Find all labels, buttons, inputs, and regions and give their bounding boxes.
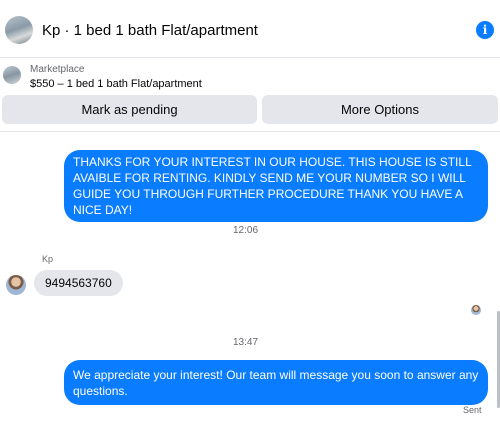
marketplace-label: Marketplace	[30, 64, 85, 75]
seen-indicator-avatar	[471, 305, 481, 315]
listing-photo-avatar[interactable]	[5, 16, 33, 44]
message-timestamp: 12:06	[233, 225, 259, 236]
header-divider	[0, 131, 500, 132]
sender-name: Kp	[42, 254, 54, 264]
info-icon[interactable]: i	[476, 21, 494, 39]
listing-thumbnail	[3, 66, 21, 84]
marketplace-listing-bar[interactable]: Marketplace $550 – 1 bed 1 bath Flat/apa…	[0, 58, 500, 94]
more-options-button[interactable]: More Options	[262, 95, 498, 124]
incoming-message[interactable]: 9494563760	[34, 270, 123, 296]
chat-header: Kp · 1 bed 1 bath Flat/apartment i	[0, 0, 500, 58]
outgoing-message[interactable]: THANKS FOR YOUR INTEREST IN OUR HOUSE. T…	[64, 150, 488, 222]
listing-title[interactable]: $550 – 1 bed 1 bath Flat/apartment	[30, 78, 202, 90]
outgoing-message[interactable]: We appreciate your interest! Our team wi…	[64, 360, 488, 405]
chat-title[interactable]: Kp · 1 bed 1 bath Flat/apartment	[42, 22, 258, 40]
mark-as-pending-button[interactable]: Mark as pending	[2, 95, 257, 124]
sender-avatar[interactable]	[6, 275, 26, 295]
sent-status: Sent	[463, 405, 482, 415]
message-timestamp: 13:47	[233, 337, 259, 348]
